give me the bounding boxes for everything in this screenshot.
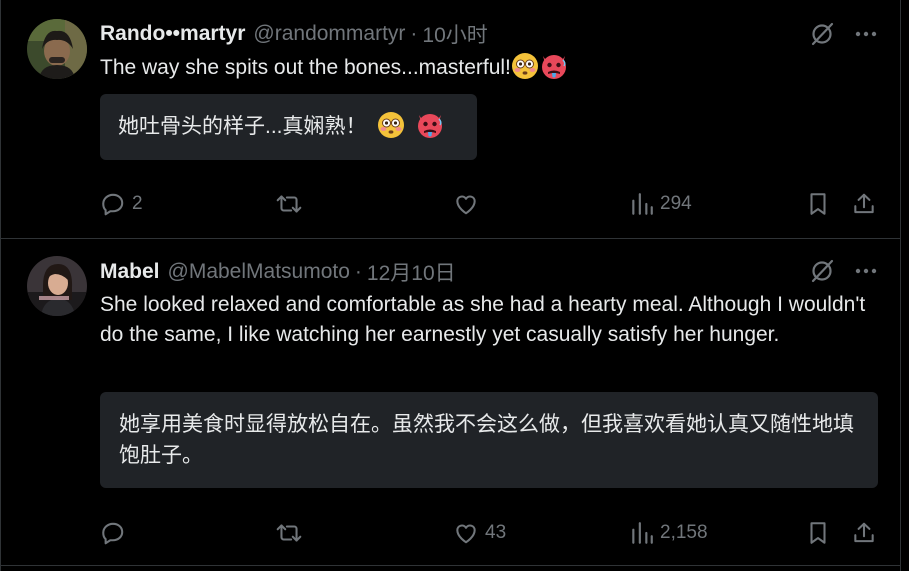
tweet-actions: 43 2,158 <box>100 518 882 548</box>
tweet-header-actions <box>809 20 877 48</box>
grok-icon[interactable] <box>809 258 835 284</box>
user-handle[interactable]: @MabelMatsumoto <box>168 260 350 284</box>
avatar[interactable] <box>27 19 87 79</box>
views-button[interactable]: 294 <box>630 189 692 219</box>
hot-devil-face-emoji <box>415 111 445 148</box>
more-icon[interactable] <box>855 31 877 37</box>
tweet-text-content: The way she spits out the bones...master… <box>100 56 511 79</box>
flushed-face-emoji <box>511 52 539 89</box>
translation-box: 她吐骨头的样子...真娴熟！ <box>100 94 477 160</box>
translation-text: 她吐骨头的样子...真娴熟！ <box>118 115 367 138</box>
timestamp[interactable]: 12月10日 <box>367 257 456 287</box>
tweet[interactable]: Rando••martyr @randommartyr · 10小时 The w… <box>1 0 901 239</box>
display-name[interactable]: Rando••martyr <box>100 22 245 46</box>
like-icon <box>453 191 479 217</box>
avatar[interactable] <box>27 256 87 316</box>
share-button[interactable] <box>851 518 877 548</box>
more-icon[interactable] <box>855 268 877 274</box>
translation-box: 她享用美食时显得放松自在。虽然我不会这么做，但我喜欢看她认真又随性地填饱肚子。 <box>100 392 878 488</box>
like-button[interactable]: 43 <box>453 518 506 548</box>
translation-text: 她享用美食时显得放松自在。虽然我不会这么做，但我喜欢看她认真又随性地填饱肚子。 <box>119 413 854 467</box>
bookmark-icon <box>806 520 830 546</box>
reply-icon <box>100 520 126 546</box>
tweet-actions: 2 294 <box>100 189 882 219</box>
tweet-text: The way she spits out the bones...master… <box>100 52 880 89</box>
views-icon <box>630 520 654 546</box>
tweet-text: She looked relaxed and comfortable as sh… <box>100 293 866 346</box>
reply-icon <box>100 191 126 217</box>
timestamp[interactable]: 10小时 <box>422 19 487 49</box>
reply-count: 2 <box>132 193 143 214</box>
view-count: 294 <box>660 193 692 214</box>
bookmark-button[interactable] <box>806 518 830 548</box>
repost-button[interactable] <box>275 518 309 548</box>
separator-dot: · <box>410 22 418 45</box>
repost-icon <box>275 191 303 217</box>
reply-button[interactable] <box>100 518 132 548</box>
tweet-header: Rando••martyr @randommartyr · 10小时 <box>100 20 488 48</box>
share-button[interactable] <box>851 189 877 219</box>
share-icon <box>851 520 877 546</box>
share-icon <box>851 191 877 217</box>
bookmark-icon <box>806 191 830 217</box>
repost-icon <box>275 520 303 546</box>
reply-button[interactable]: 2 <box>100 189 143 219</box>
tweet-header: Mabel @MabelMatsumoto · 12月10日 <box>100 258 456 286</box>
views-button[interactable]: 2,158 <box>630 518 708 548</box>
tweet[interactable]: Mabel @MabelMatsumoto · 12月10日 She looke… <box>1 239 901 566</box>
hot-devil-face-emoji <box>539 52 569 89</box>
user-handle[interactable]: @randommartyr <box>253 22 405 46</box>
like-button[interactable] <box>453 189 485 219</box>
like-count: 43 <box>485 522 507 543</box>
separator-dot: · <box>354 260 362 283</box>
flushed-face-emoji <box>377 111 405 148</box>
view-count: 2,158 <box>660 522 708 543</box>
tweet-header-actions <box>809 257 877 285</box>
display-name[interactable]: Mabel <box>100 260 160 284</box>
bookmark-button[interactable] <box>806 189 830 219</box>
like-icon <box>453 520 479 546</box>
repost-button[interactable] <box>275 189 309 219</box>
grok-icon[interactable] <box>809 21 835 47</box>
views-icon <box>630 191 654 217</box>
